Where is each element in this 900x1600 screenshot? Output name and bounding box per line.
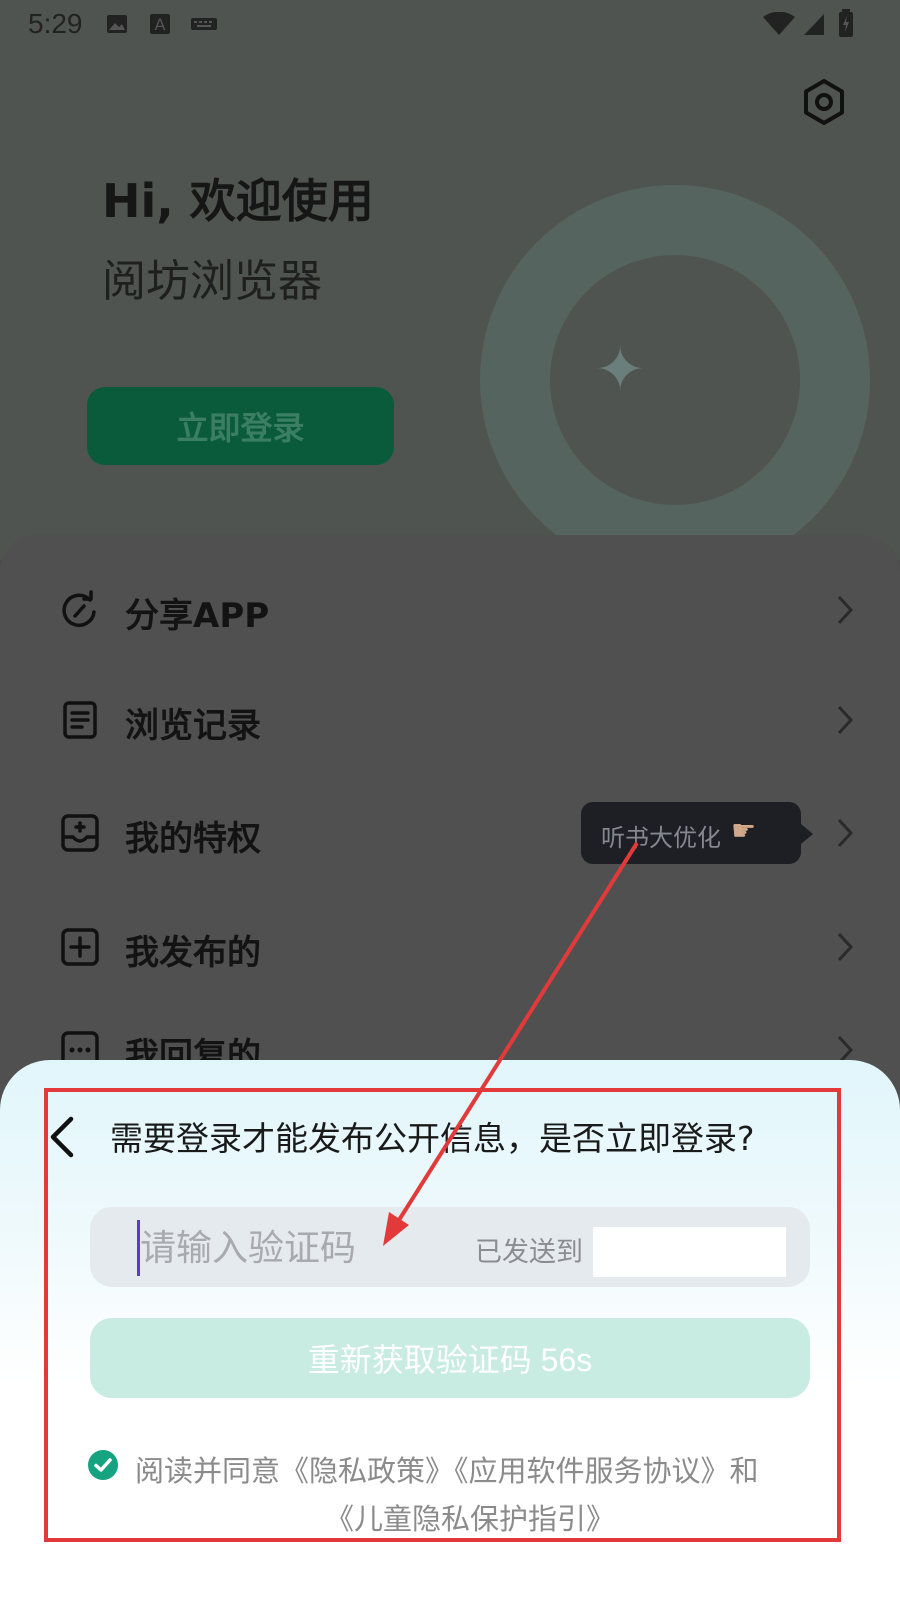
- text-notification-icon: A: [150, 14, 170, 34]
- chevron-right-icon: [837, 595, 854, 625]
- sparkle-icon: ✦: [595, 335, 646, 405]
- keyboard-icon: [191, 18, 217, 30]
- plus-square-icon: [61, 928, 99, 966]
- login-now-button[interactable]: 立即登录: [87, 387, 394, 465]
- image-notification-icon: [107, 15, 127, 33]
- menu-item-label: 浏览记录: [125, 706, 261, 746]
- menu-item-label: 我的特权: [125, 819, 261, 859]
- menu-item-label: 分享APP: [125, 596, 270, 636]
- chevron-right-icon: [837, 818, 854, 848]
- cellular-signal-icon: [804, 14, 824, 35]
- chevron-right-icon: [837, 705, 854, 735]
- wifi-icon: [763, 12, 795, 35]
- share-refresh-icon: [62, 590, 96, 628]
- greeting-title: Hi, 欢迎使用: [102, 174, 374, 228]
- annotation-highlight-box: [44, 1088, 841, 1542]
- menu-item-share-app[interactable]: 分享APP: [0, 570, 900, 650]
- svg-text:A: A: [155, 15, 166, 34]
- promo-tooltip[interactable]: 听书大优化 ☛: [581, 802, 813, 864]
- app-name-subtitle: 阅坊浏览器: [102, 256, 322, 307]
- status-time: 5:29: [28, 8, 83, 39]
- chevron-right-icon: [837, 932, 854, 962]
- menu-item-browse-history[interactable]: 浏览记录: [0, 680, 900, 760]
- document-icon: [63, 701, 97, 739]
- menu-item-label: 我发布的: [125, 933, 261, 973]
- privilege-box-icon: [61, 814, 99, 852]
- battery-icon: [839, 9, 853, 37]
- menu-item-my-posts[interactable]: 我发布的: [0, 907, 900, 987]
- pointing-hand-icon: ☛: [731, 814, 757, 847]
- settings-gear-icon[interactable]: [800, 78, 848, 126]
- promo-tooltip-text: 听书大优化: [601, 824, 721, 852]
- status-bar: 5:29 A: [0, 0, 900, 50]
- decorative-ring: [480, 185, 870, 575]
